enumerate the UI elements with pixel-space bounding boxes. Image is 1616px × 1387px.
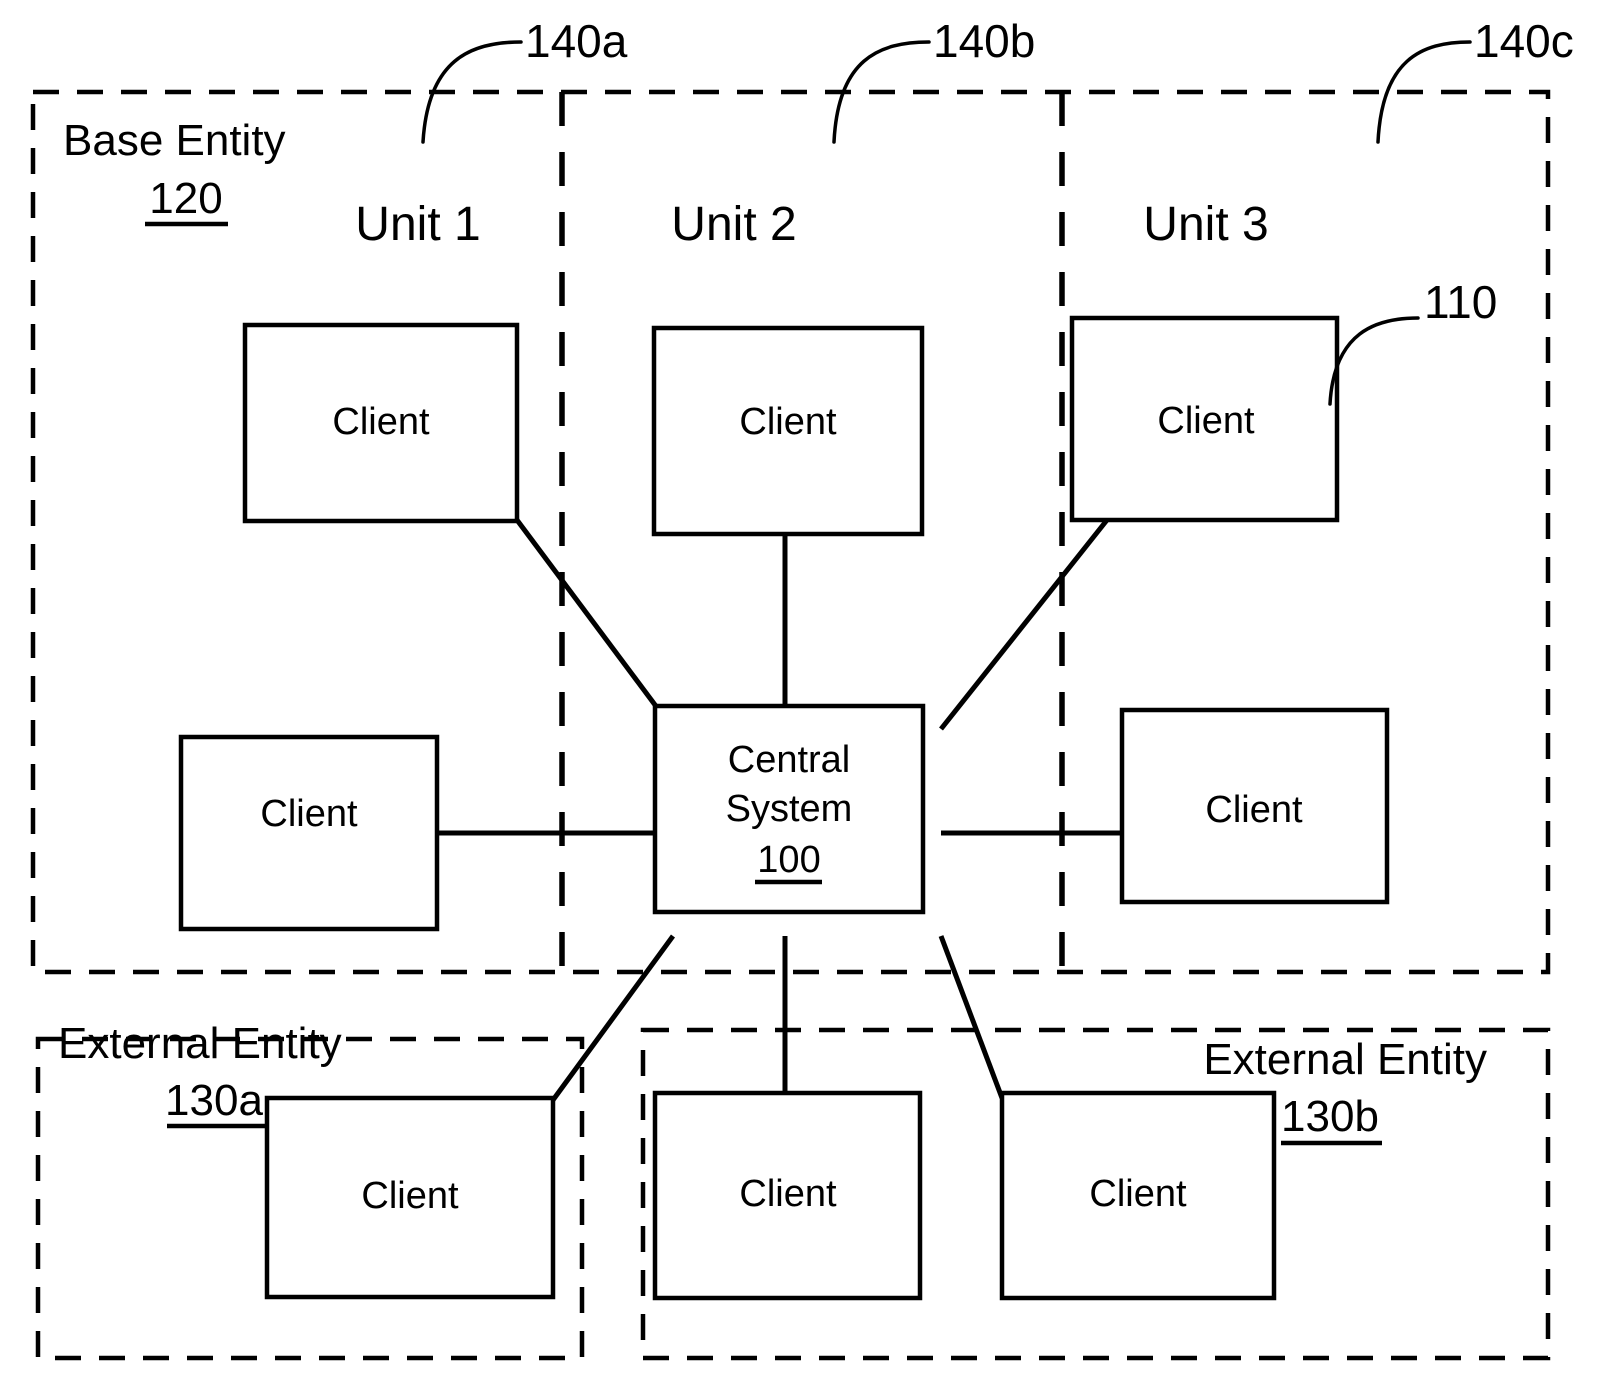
callout-leader-110 (1328, 316, 1420, 406)
connector-external-b-right (938, 935, 1005, 1099)
external-entity-b-ref: 130b (1281, 1092, 1379, 1141)
client-label-unit1-middle: Client (260, 793, 358, 835)
figure-canvas: Client Client Client Client Client Clien… (30, 15, 1574, 1361)
callout-label-140b: 140b (933, 15, 1035, 67)
client-label-unit3-middle: Client (1205, 789, 1303, 831)
client-label-unit1-top: Client (332, 401, 430, 443)
base-entity-label: Base Entity (63, 116, 286, 165)
external-entity-a-label: External Entity (58, 1019, 342, 1068)
callout-label-140a: 140a (525, 15, 628, 67)
client-label-external-b-left: Client (739, 1173, 837, 1215)
callout-label-140c: 140c (1474, 15, 1574, 67)
unit-label-1: Unit 1 (355, 198, 480, 251)
client-label-unit2-top: Client (739, 401, 837, 443)
external-entity-a-ref: 130a (165, 1076, 263, 1125)
unit-label-2: Unit 2 (671, 198, 796, 251)
callout-label-110: 110 (1424, 276, 1497, 328)
client-label-external-a: Client (361, 1175, 459, 1217)
client-label-unit3-top: Client (1157, 400, 1255, 442)
central-system-line2: System (726, 788, 853, 830)
connector-unit3-top (939, 518, 1109, 731)
patent-figure: Client Client Client Client Client Clien… (0, 0, 1616, 1387)
central-system-ref: 100 (757, 839, 820, 881)
unit-label-3: Unit 3 (1143, 198, 1268, 251)
external-entity-b-label: External Entity (1203, 1035, 1487, 1084)
connector-external-a (550, 934, 676, 1102)
central-system-line1: Central (728, 739, 851, 781)
client-label-external-b-right: Client (1089, 1173, 1187, 1215)
connector-unit1-top (514, 518, 676, 731)
base-entity-ref: 120 (149, 174, 222, 223)
